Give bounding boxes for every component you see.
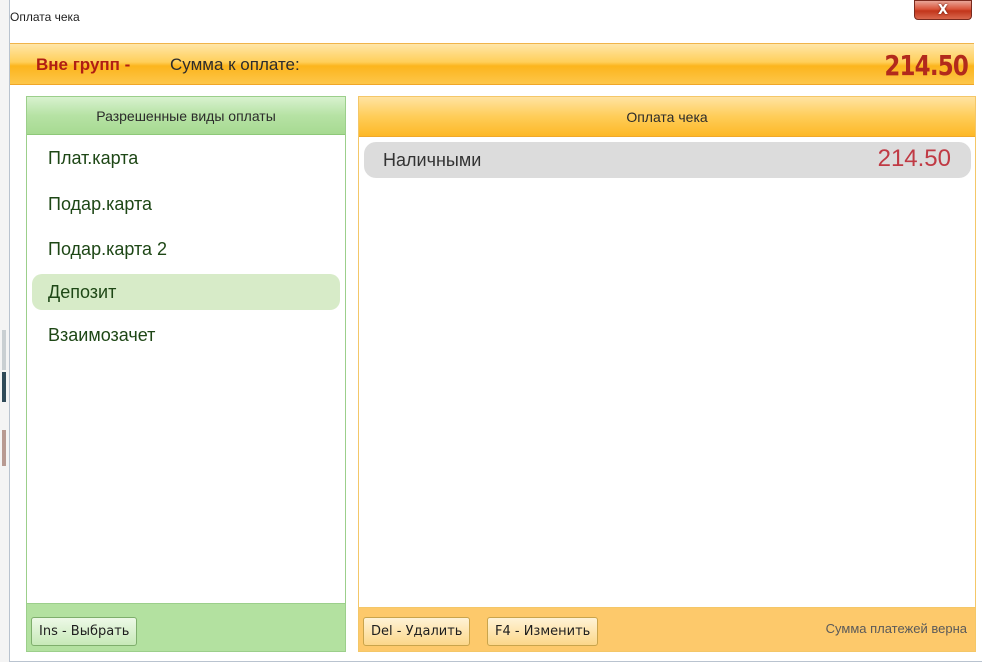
title-bar: Оплата чека X [10, 0, 982, 34]
window-title: Оплата чека [10, 10, 80, 24]
payment-row[interactable]: Наличными 214.50 [364, 142, 971, 178]
desktop-fragment [2, 372, 6, 402]
receipt-payments-panel: Оплата чека Наличными 214.50 Del - Удали… [358, 96, 976, 652]
payment-type-item[interactable]: Плат.карта [32, 140, 340, 176]
total-amount: 214.50 [884, 49, 969, 82]
edit-button[interactable]: F4 - Изменить [487, 617, 599, 646]
status-text: Сумма платежей верна [825, 621, 967, 636]
amount-due-header: Вне групп - Сумма к оплате: 214.50 [10, 43, 974, 85]
close-icon: X [937, 2, 949, 18]
payment-dialog: Оплата чека X Вне групп - Сумма к оплате… [9, 0, 982, 662]
payment-method: Наличными [383, 150, 482, 170]
select-button[interactable]: Ins - Выбрать [31, 617, 138, 646]
right-panel-footer: Del - Удалить F4 - Изменить Сумма платеж… [359, 607, 975, 651]
sum-due-label: Сумма к оплате: [170, 55, 300, 74]
payment-amount: 214.50 [877, 145, 951, 172]
desktop-fragment [2, 330, 6, 370]
left-panel-footer: Ins - Выбрать [27, 603, 345, 651]
allowed-payment-types-panel: Разрешенные виды оплаты Плат.карта Подар… [26, 96, 346, 652]
payment-type-item[interactable]: Взаимозачет [32, 317, 340, 353]
desktop-fragment [2, 430, 6, 466]
panel-header: Оплата чека [359, 97, 975, 137]
group-name: Вне групп - [36, 55, 131, 74]
payment-type-item-selected[interactable]: Депозит [32, 274, 340, 310]
payment-types-list: Плат.карта Подар.карта Подар.карта 2 Деп… [27, 135, 345, 605]
close-button[interactable]: X [914, 0, 972, 20]
panel-header: Разрешенные виды оплаты [27, 97, 345, 135]
delete-button[interactable]: Del - Удалить [363, 617, 471, 646]
payment-type-item[interactable]: Подар.карта [32, 186, 340, 222]
payment-type-item[interactable]: Подар.карта 2 [32, 231, 340, 267]
desktop-edge [0, 0, 9, 662]
